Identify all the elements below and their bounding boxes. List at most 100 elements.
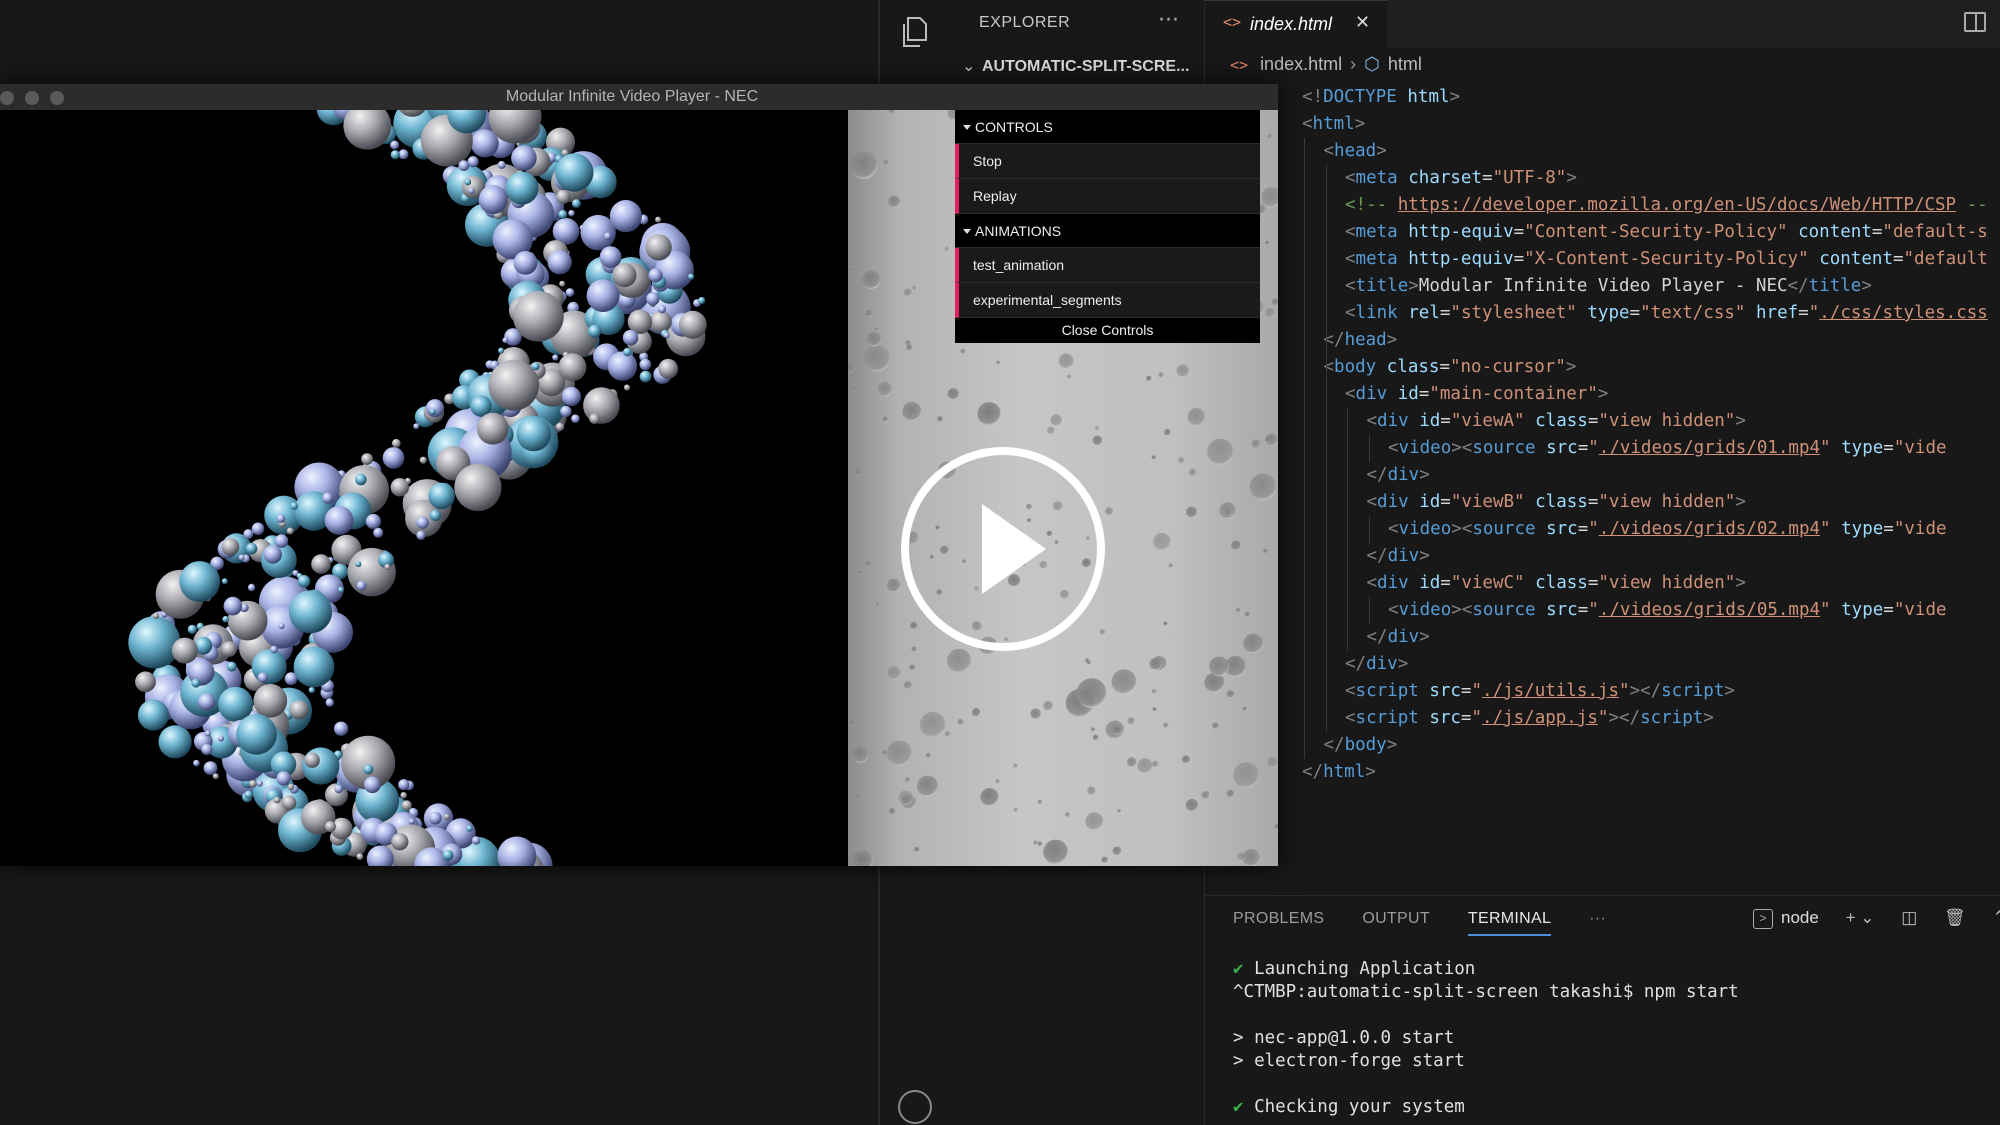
code-token: <: [1345, 168, 1356, 188]
sphere: [244, 790, 253, 799]
droplet: [903, 681, 912, 690]
code-token: ": [1471, 681, 1483, 701]
sphere: [552, 354, 559, 361]
terminal-text: ^CTMBP:automatic-split-screen takashi$ n…: [1233, 982, 1739, 1002]
terminal-text: Checking your system: [1254, 1097, 1465, 1117]
sphere: [623, 347, 632, 357]
sphere: [663, 332, 670, 339]
symbol-icon: ⬡: [1364, 54, 1380, 74]
code-token: >: [1376, 141, 1387, 161]
terminal-name[interactable]: node: [1781, 908, 1819, 927]
droplet: [848, 262, 853, 267]
sphere: [226, 661, 237, 672]
code-line: </body>: [1324, 732, 1398, 759]
sphere: [218, 735, 224, 742]
play-icon[interactable]: [898, 444, 1108, 654]
droplet: [874, 327, 879, 332]
code-line: </html>: [1302, 759, 1376, 784]
droplet: [849, 151, 878, 179]
panel-tab-output[interactable]: OUTPUT: [1362, 910, 1430, 928]
chevron-right-icon: ›: [1350, 54, 1357, 74]
gui-button-experimental_segments[interactable]: experimental_segments: [955, 283, 1260, 318]
droplet: [1092, 734, 1099, 741]
sphere: [604, 232, 612, 240]
sphere: [497, 836, 537, 866]
code-line: <div id="viewA" class="view hidden">: [1367, 408, 1746, 435]
terminal-line: > nec-app@1.0.0 start: [1233, 1027, 1739, 1050]
sphere: [322, 492, 334, 504]
sphere: [363, 764, 374, 775]
code-token: =: [1883, 600, 1894, 620]
code-token: =: [1440, 573, 1451, 593]
code-token: "viewB": [1450, 492, 1525, 512]
droplet: [1231, 540, 1241, 551]
trash-icon[interactable]: 🗑: [1944, 908, 1966, 928]
droplet: [1176, 364, 1190, 378]
code-token: >: [1861, 276, 1872, 296]
gui-button-test_animation[interactable]: test_animation: [955, 248, 1260, 283]
code-token: =: [1418, 384, 1430, 404]
code-token: </: [1345, 654, 1367, 674]
sphere: [443, 813, 450, 820]
code-token: <: [1388, 600, 1399, 620]
droplet: [937, 416, 943, 422]
sphere: [649, 310, 672, 333]
code-token: content: [1798, 222, 1872, 242]
sphere: [290, 502, 299, 510]
terminal-output[interactable]: ✔ Launching Application ^CTMBP:automatic-…: [1233, 958, 1739, 1119]
droplet: [850, 720, 856, 726]
sphere: [293, 646, 335, 688]
code-token: head: [1344, 330, 1387, 350]
app-titlebar[interactable]: Modular Infinite Video Player - NEC: [0, 84, 1278, 110]
breadcrumb-file[interactable]: index.html: [1260, 54, 1342, 74]
add-terminal-icon[interactable]: + ⌄: [1846, 908, 1875, 928]
gui-folder-animations[interactable]: ANIMATIONS: [955, 214, 1260, 248]
panel-tab-terminal[interactable]: TERMINAL: [1467, 910, 1552, 936]
account-icon[interactable]: [898, 1090, 932, 1124]
droplet: [996, 360, 1001, 365]
sphere: [311, 554, 331, 574]
chevron-up-icon[interactable]: ⌃: [1992, 908, 2000, 928]
code-line: </head>: [1324, 327, 1398, 354]
explorer-files-icon[interactable]: [898, 14, 934, 50]
sphere: [288, 590, 333, 634]
code-token: type: [1841, 600, 1884, 620]
droplet: [1224, 509, 1231, 516]
breadcrumb: <> index.html › ⬡ html: [1230, 54, 1422, 75]
code-line: <html>: [1302, 111, 1365, 138]
code-token: <: [1323, 141, 1335, 161]
close-controls-button[interactable]: Close Controls: [955, 318, 1260, 343]
sphere: [373, 527, 384, 538]
code-line: </div>: [1367, 543, 1430, 570]
code-token: =: [1460, 708, 1472, 728]
code-token: ></: [1629, 681, 1662, 701]
code-token: title: [1808, 276, 1862, 296]
split-terminal-icon[interactable]: ◫: [1901, 908, 1917, 928]
panel-more-icon[interactable]: ···: [1589, 910, 1606, 928]
sphere: [297, 575, 311, 588]
panel-tab-problems[interactable]: PROBLEMS: [1233, 910, 1324, 928]
gui-button-stop[interactable]: Stop: [955, 144, 1260, 179]
breadcrumb-symbol[interactable]: html: [1388, 54, 1422, 74]
tab-index-html[interactable]: <> index.html ✕: [1205, 0, 1387, 48]
split-editor-icon[interactable]: [1964, 12, 1986, 32]
code-token: ": [1820, 438, 1831, 458]
code-token: ": [1588, 600, 1599, 620]
code-token: ": [1597, 708, 1609, 728]
close-icon[interactable]: ✕: [1355, 12, 1370, 33]
code-editor[interactable]: <!DOCTYPE html> <html> <head> <meta charset…: [1290, 84, 2000, 784]
indent-guide: [1347, 408, 1348, 651]
code-token: <: [1345, 708, 1356, 728]
droplet: [1187, 408, 1206, 426]
gui-button-replay[interactable]: Replay: [955, 179, 1260, 214]
code-line: </div>: [1367, 462, 1430, 489]
droplet: [848, 363, 856, 373]
gui-folder-controls[interactable]: CONTROLS: [955, 110, 1260, 144]
droplet: [914, 846, 920, 853]
explorer-more-icon[interactable]: ···: [1158, 8, 1179, 33]
droplet: [1101, 856, 1108, 863]
code-token: "vide: [1893, 519, 1947, 539]
droplet: [877, 381, 893, 397]
code-token: =: [1798, 303, 1809, 323]
workspace-folder[interactable]: ⌄ AUTOMATIC-SPLIT-SCRE...: [962, 56, 1189, 76]
